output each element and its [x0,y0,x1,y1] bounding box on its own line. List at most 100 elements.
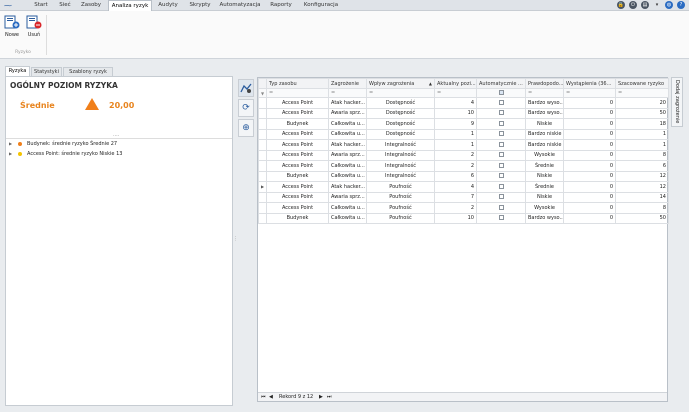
table-cell[interactable]: 20 [615,97,669,109]
prev-record-icon[interactable]: ◀ [269,393,273,402]
table-cell[interactable]: Integralność [366,149,435,161]
tab-szablony-ryzyk[interactable]: Szablony ryzyk [63,67,113,76]
table-cell[interactable]: Poufność [366,212,435,224]
globe-icon[interactable]: ◍ [665,1,673,9]
filter-cell[interactable]: = [366,88,435,98]
table-cell[interactable]: Bardzo wyso... [525,97,564,109]
table-cell[interactable]: 0 [563,181,616,193]
document-icon[interactable]: ▤ [641,1,649,9]
expand-arrow-icon[interactable]: ▶ [9,139,12,149]
table-cell[interactable]: 14 [615,191,669,203]
table-cell[interactable]: 1 [615,128,669,140]
filter-cell[interactable]: = [563,88,616,98]
column-header[interactable]: Wpływ zagrożenia ▲ [366,78,435,89]
table-cell[interactable]: 1 [615,139,669,151]
table-cell[interactable]: Access Point [266,191,329,203]
table-row[interactable]: ▶ Access Point Atak hacker... Poufność 4 Śred… [258,181,669,193]
table-cell[interactable]: Całkowita u... [328,170,367,182]
table-cell[interactable]: 2 [434,160,477,172]
column-header[interactable]: Aktualny pozi... [434,78,477,89]
tab-konfiguracja[interactable]: Konfiguracja [300,0,342,11]
refresh-icon[interactable]: ⟳ [238,99,254,117]
table-cell[interactable]: 0 [563,107,616,119]
table-cell[interactable]: 0 [563,212,616,224]
checkbox[interactable] [498,141,504,147]
table-row[interactable]: Access Point Całkowita u... Integralność 2 Ś… [258,160,669,172]
table-cell[interactable]: 1 [434,128,477,140]
table-cell[interactable]: Awaria sprz... [328,149,367,161]
table-cell[interactable]: 7 [434,191,477,203]
expand-arrow-icon[interactable]: ▶ [9,149,12,159]
table-cell[interactable]: Dostępność [366,118,435,130]
auto-checkbox[interactable] [476,212,526,224]
table-cell[interactable]: 50 [615,212,669,224]
table-cell[interactable]: Access Point [266,107,329,119]
table-cell[interactable]: Wysokie [525,202,564,214]
last-record-icon[interactable]: ⏭ [327,393,332,402]
table-row[interactable]: Access Point Awaria sprz... Integralność 2 W… [258,149,669,161]
auto-checkbox[interactable] [476,118,526,130]
table-cell[interactable]: 12 [615,170,669,182]
table-cell[interactable]: 8 [615,149,669,161]
table-row[interactable]: Access Point Awaria sprz... Dostępność 10 Ba… [258,107,669,119]
table-cell[interactable]: 4 [434,181,477,193]
table-cell[interactable]: Dostępność [366,128,435,140]
table-cell[interactable]: 0 [563,128,616,140]
tab-raporty[interactable]: Raporty [266,0,296,11]
table-cell[interactable]: 50 [615,107,669,119]
auto-checkbox[interactable] [476,202,526,214]
table-cell[interactable]: Access Point [266,128,329,140]
column-header[interactable]: Prawdopodo... [525,78,564,89]
table-cell[interactable]: 0 [563,191,616,203]
table-cell[interactable]: Atak hacker... [328,181,367,193]
table-cell[interactable]: Integralność [366,139,435,151]
filter-chart-icon[interactable] [238,79,254,97]
table-cell[interactable]: 0 [563,139,616,151]
table-cell[interactable]: Budynek [266,118,329,130]
table-cell[interactable]: Access Point [266,139,329,151]
table-cell[interactable]: Niskie [525,118,564,130]
table-cell[interactable]: 1 [434,139,477,151]
table-cell[interactable]: 0 [563,202,616,214]
first-record-icon[interactable]: ⏮ [261,393,266,402]
table-cell[interactable]: 0 [563,97,616,109]
table-cell[interactable]: Awaria sprz... [328,107,367,119]
table-cell[interactable]: Bardzo niskie [525,128,564,140]
help-icon[interactable]: ? [677,1,685,9]
auto-checkbox[interactable] [476,170,526,182]
auto-checkbox[interactable] [476,181,526,193]
auto-checkbox[interactable] [476,128,526,140]
checkbox[interactable] [498,99,504,105]
table-cell[interactable]: 9 [434,118,477,130]
add-threat-tab[interactable]: Dodaj zagrożenie [671,77,683,127]
table-cell[interactable]: Poufność [366,191,435,203]
checkbox[interactable] [498,152,504,158]
column-header[interactable]: Typ zasobu [266,78,329,89]
table-cell[interactable]: 4 [434,97,477,109]
table-cell[interactable]: Poufność [366,202,435,214]
power-icon[interactable]: ⏻ [629,1,637,9]
table-cell[interactable]: Niskie [525,170,564,182]
lifebuoy-icon[interactable]: ⊕ [238,119,254,137]
table-cell[interactable]: 18 [615,118,669,130]
table-cell[interactable]: Atak hacker... [328,97,367,109]
table-cell[interactable]: Średnie [525,181,564,193]
table-row[interactable]: Budynek Całkowita u... Integralność 6 Niskie… [258,170,669,182]
dropdown-icon[interactable]: ▾ [653,1,661,9]
column-header[interactable]: Szacowane ryzyko [615,78,669,89]
tab-automatyzacja[interactable]: Automatyzacja [218,0,262,11]
auto-checkbox[interactable] [476,139,526,151]
tab-audyty[interactable]: Audyty [154,0,182,11]
table-cell[interactable]: Dostępność [366,97,435,109]
table-cell[interactable]: Bardzo niskie [525,139,564,151]
auto-checkbox[interactable] [476,191,526,203]
tree-item-budynek[interactable]: ▶ Budynek: średnie ryzyko Średnie 27 [6,139,232,149]
table-cell[interactable]: Całkowita u... [328,160,367,172]
table-cell[interactable]: Access Point [266,181,329,193]
vertical-splitter[interactable]: ⋮ [233,236,238,242]
table-cell[interactable]: 0 [563,149,616,161]
checkbox[interactable] [498,110,504,116]
auto-checkbox[interactable] [476,160,526,172]
auto-checkbox[interactable] [476,149,526,161]
table-row[interactable]: Budynek Całkowita u... Poufność 10 Bardzo wy… [258,212,669,224]
